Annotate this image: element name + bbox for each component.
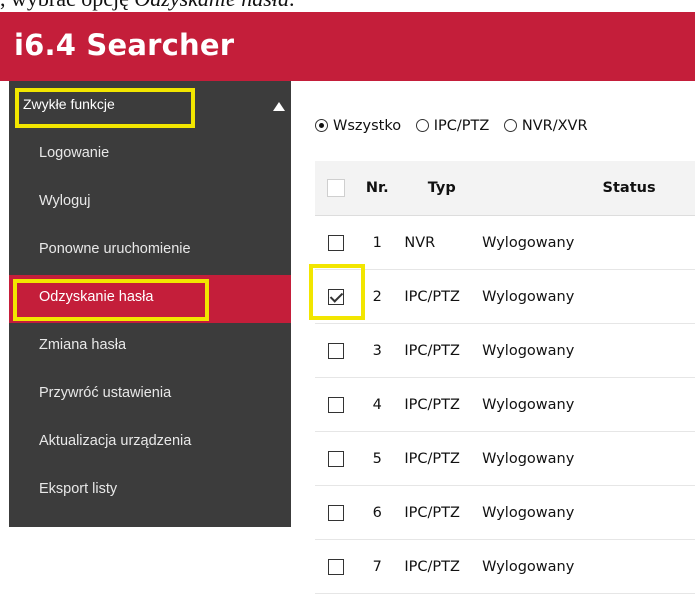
row-nr: 7 xyxy=(356,539,399,594)
row-type: IPC/PTZ xyxy=(398,431,477,486)
sidebar-item-label: Zmiana hasła xyxy=(39,337,127,353)
row-status: Wylogowany xyxy=(476,539,695,594)
row-nr: 6 xyxy=(356,485,399,540)
row-type: IPC/PTZ xyxy=(398,323,477,378)
highlight-box xyxy=(13,279,209,321)
filter-option-all[interactable]: Wszystko xyxy=(315,118,401,134)
row-nr: 1 xyxy=(356,215,399,270)
main-panel: Wszystko IPC/PTZ NVR/XVR Nr. Typ Status … xyxy=(291,81,695,594)
filter-label: Wszystko xyxy=(333,118,402,134)
column-header-status[interactable]: Status xyxy=(476,161,695,216)
row-nr: 5 xyxy=(356,431,399,486)
sidebar-item-restore-settings[interactable]: Przywróć ustawienia xyxy=(9,371,291,419)
table-row[interactable]: 2 IPC/PTZ Wylogowany xyxy=(315,269,695,324)
highlight-box xyxy=(309,264,365,320)
highlight-box xyxy=(15,88,195,128)
app-window: i6.4 Searcher Zwykłe funkcje Logowanie W… xyxy=(0,12,695,594)
sidebar-item-device-update[interactable]: Aktualizacja urządzenia xyxy=(9,419,291,467)
table-row[interactable]: 4 IPC/PTZ Wylogowany xyxy=(315,377,695,432)
row-checkbox[interactable] xyxy=(327,342,344,359)
table-row[interactable]: 6 IPC/PTZ Wylogowany xyxy=(315,485,695,540)
caption-italic-text: Odzyskanie hasła xyxy=(134,0,289,11)
sidebar-item-login[interactable]: Logowanie xyxy=(9,131,291,179)
row-nr: 4 xyxy=(356,377,399,432)
device-table: Nr. Typ Status 1 NVR Wylogowany 2 IPC/PT… xyxy=(315,161,695,594)
table-row[interactable]: 1 NVR Wylogowany xyxy=(315,215,695,270)
row-type: IPC/PTZ xyxy=(398,485,477,540)
radio-icon xyxy=(415,119,429,132)
sidebar-item-export-list[interactable]: Eksport listy xyxy=(9,467,291,515)
filter-label: IPC/PTZ xyxy=(433,118,490,134)
sidebar-item-change-password[interactable]: Zmiana hasła xyxy=(9,323,291,371)
table-row[interactable]: 7 IPC/PTZ Wylogowany xyxy=(315,539,695,594)
row-type: IPC/PTZ xyxy=(398,539,477,594)
caption-suffix: . xyxy=(289,0,295,11)
sidebar: Zwykłe funkcje Logowanie Wyloguj Ponowne… xyxy=(9,81,291,527)
row-status: Wylogowany xyxy=(476,377,695,432)
sidebar-item-reboot[interactable]: Ponowne uruchomienie xyxy=(9,227,291,275)
device-type-filter: Wszystko IPC/PTZ NVR/XVR xyxy=(315,118,598,134)
sidebar-item-label: Logowanie xyxy=(39,145,110,161)
sidebar-item-label: Przywróć ustawienia xyxy=(39,385,172,401)
title-bar: i6.4 Searcher xyxy=(0,12,695,81)
sidebar-group-common-functions[interactable]: Zwykłe funkcje xyxy=(9,81,291,131)
row-type: NVR xyxy=(398,215,477,270)
select-all-checkbox[interactable] xyxy=(326,179,345,197)
filter-option-nvr-xvr[interactable]: NVR/XVR xyxy=(503,118,588,134)
row-status: Wylogowany xyxy=(476,431,695,486)
sidebar-item-label: Wyloguj xyxy=(39,193,91,209)
row-checkbox[interactable] xyxy=(327,450,344,467)
row-checkbox[interactable] xyxy=(327,504,344,521)
row-checkbox[interactable] xyxy=(327,234,344,251)
row-checkbox[interactable] xyxy=(327,558,344,575)
row-status: Wylogowany xyxy=(476,269,695,324)
row-type: IPC/PTZ xyxy=(398,269,477,324)
sidebar-item-label: Ponowne uruchomienie xyxy=(39,241,191,257)
column-header-type[interactable]: Typ xyxy=(398,161,477,216)
row-status: Wylogowany xyxy=(476,323,695,378)
filter-label: NVR/XVR xyxy=(521,118,588,134)
radio-selected-icon xyxy=(315,119,328,132)
table-row[interactable]: 5 IPC/PTZ Wylogowany xyxy=(315,431,695,486)
column-header-nr[interactable]: Nr. xyxy=(356,161,399,216)
sidebar-item-label: Eksport listy xyxy=(39,481,118,497)
caption-text: , wybrać opcję xyxy=(0,0,134,11)
caret-up-icon[interactable] xyxy=(273,102,285,111)
radio-icon xyxy=(503,119,517,132)
sidebar-item-logout[interactable]: Wyloguj xyxy=(9,179,291,227)
app-title: i6.4 Searcher xyxy=(14,28,235,62)
table-header-row: Nr. Typ Status xyxy=(315,161,695,216)
row-nr: 3 xyxy=(356,323,399,378)
table-row[interactable]: 3 IPC/PTZ Wylogowany xyxy=(315,323,695,378)
row-status: Wylogowany xyxy=(476,485,695,540)
filter-option-ipc-ptz[interactable]: IPC/PTZ xyxy=(415,118,490,134)
row-type: IPC/PTZ xyxy=(398,377,477,432)
sidebar-item-password-recovery[interactable]: Odzyskanie hasła xyxy=(9,275,291,323)
row-status: Wylogowany xyxy=(476,215,695,270)
row-checkbox[interactable] xyxy=(327,396,344,413)
select-all-header xyxy=(315,161,357,216)
sidebar-item-label: Aktualizacja urządzenia xyxy=(39,433,192,449)
